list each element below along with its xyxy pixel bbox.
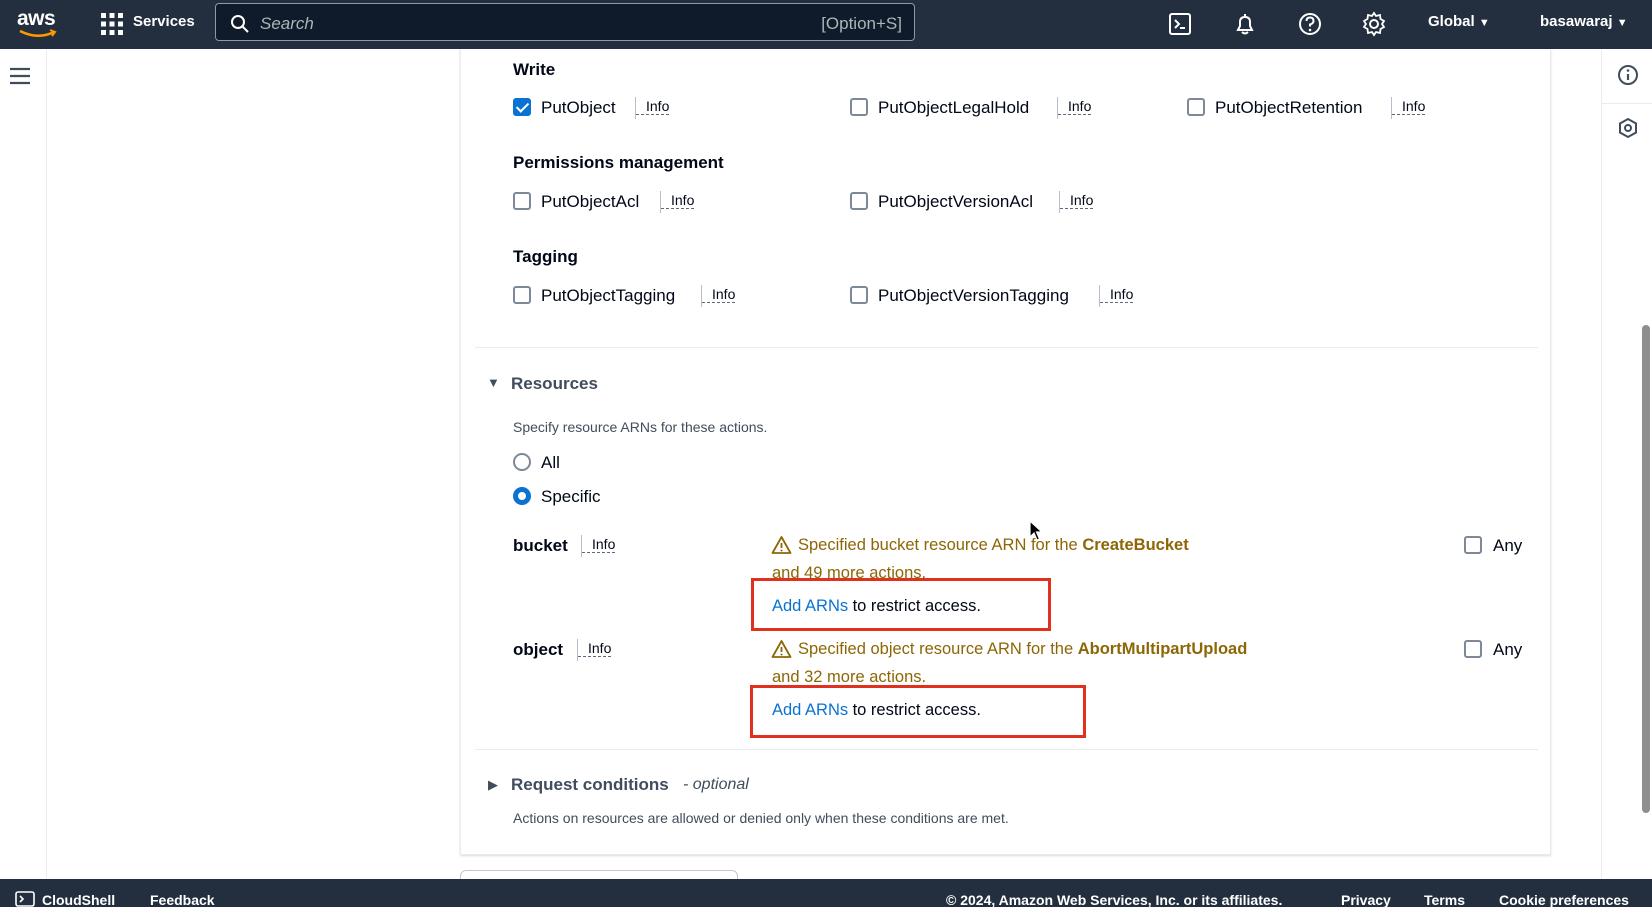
info-label: Info (702, 286, 736, 303)
warning-action: CreateBucket (1082, 536, 1189, 554)
checkbox-any-object[interactable] (1464, 640, 1482, 658)
info-label: Info (636, 98, 670, 115)
label-putobjectversionacl: PutObjectVersionAcl (878, 192, 1033, 211)
mouse-cursor-icon (1029, 520, 1043, 541)
info-label: Info (1392, 98, 1426, 115)
caret-down-icon: ▼ (1616, 17, 1628, 29)
checkbox-putobjectversiontagging[interactable] (850, 286, 868, 304)
cloudshell-footer-icon[interactable] (15, 891, 35, 907)
section-divider (475, 347, 1538, 348)
warning-prefix: Specified object resource ARN for the (798, 640, 1078, 658)
copyright-text: © 2024, Amazon Web Services, Inc. or its… (946, 892, 1283, 907)
terms-link[interactable]: Terms (1424, 892, 1465, 907)
section-title-tagging: Tagging (513, 247, 578, 266)
info-label: Info (582, 536, 616, 553)
resources-description: Specify resource ARNs for these actions. (513, 419, 768, 435)
checkbox-putobject[interactable] (513, 98, 531, 116)
resource-label-object: object (513, 640, 564, 659)
info-label: Info (1100, 286, 1134, 303)
any-label-object: Any (1493, 640, 1523, 659)
privacy-link[interactable]: Privacy (1341, 892, 1391, 907)
info-label: Info (661, 192, 695, 209)
info-link-putobjectacl[interactable]: Info (660, 191, 695, 213)
search-icon (231, 15, 249, 33)
info-link-bucket[interactable]: Info (581, 535, 616, 557)
label-putobjectversiontagging: PutObjectVersionTagging (878, 286, 1069, 305)
any-label-bucket: Any (1493, 536, 1523, 555)
info-link-putobjectretention[interactable]: Info (1391, 97, 1426, 119)
region-label: Global (1428, 13, 1475, 30)
info-icon[interactable] (1617, 64, 1639, 86)
radio-all-label: All (541, 453, 560, 472)
info-link-putobjectversionacl[interactable]: Info (1059, 191, 1094, 213)
section-divider (475, 749, 1538, 750)
feedback-hex-icon[interactable] (1617, 117, 1639, 139)
info-link-putobjectlegalhold[interactable]: Info (1057, 97, 1092, 119)
info-link-putobject[interactable]: Info (635, 97, 670, 119)
caret-down-icon: ▼ (1478, 17, 1490, 29)
aws-smile-icon (19, 29, 57, 37)
request-conditions-header[interactable]: Request conditions (511, 775, 669, 795)
menu-icon[interactable] (9, 66, 31, 86)
aws-logo[interactable]: aws (17, 7, 61, 41)
services-button[interactable]: Services (133, 13, 195, 30)
info-label: Info (578, 640, 612, 657)
cookie-preferences-link[interactable]: Cookie preferences (1499, 892, 1629, 907)
label-putobject: PutObject (541, 98, 616, 117)
radio-specific[interactable] (513, 487, 531, 505)
object-warning-text: Specified object resource ARN for the Ab… (798, 640, 1247, 659)
checkbox-any-bucket[interactable] (1464, 536, 1482, 554)
label-putobjectlegalhold: PutObjectLegalHold (878, 98, 1030, 117)
optional-label: - optional (683, 776, 749, 793)
bucket-warning-text: Specified bucket resource ARN for the Cr… (798, 536, 1189, 555)
radio-all[interactable] (513, 453, 531, 471)
bell-icon[interactable] (1232, 11, 1258, 37)
caret-expanded-icon[interactable]: ▼ (487, 375, 500, 390)
info-link-putobjectversiontagging[interactable]: Info (1099, 285, 1134, 307)
checkbox-putobjectretention[interactable] (1187, 98, 1205, 116)
section-title-write: Write (513, 60, 556, 79)
region-selector[interactable]: Global ▼ (1428, 13, 1490, 30)
help-icon[interactable] (1297, 11, 1323, 37)
label-putobjectacl: PutObjectAcl (541, 192, 640, 211)
highlight-box-bucket (751, 578, 1051, 631)
checkbox-putobjectacl[interactable] (513, 192, 531, 210)
info-label: Info (1058, 98, 1092, 115)
feedback-link[interactable]: Feedback (150, 892, 215, 907)
cloudshell-icon[interactable] (1167, 11, 1193, 37)
search-input[interactable]: Search [Option+S] (215, 3, 915, 41)
label-putobjectretention: PutObjectRetention (1215, 98, 1363, 117)
scrollbar-thumb[interactable] (1642, 325, 1650, 813)
account-menu[interactable]: basawaraj ▼ (1540, 13, 1628, 30)
resources-header[interactable]: Resources (511, 374, 598, 394)
info-label: Info (1060, 192, 1094, 209)
search-shortcut: [Option+S] (821, 14, 902, 33)
side-navigation-rail (0, 49, 47, 879)
radio-specific-label: Specific (541, 487, 601, 506)
conditions-description: Actions on resources are allowed or deni… (513, 810, 1009, 826)
warning-icon (771, 640, 792, 658)
info-link-object[interactable]: Info (577, 639, 612, 661)
gear-icon[interactable] (1361, 11, 1387, 37)
search-placeholder: Search (260, 14, 314, 33)
info-link-putobjecttagging[interactable]: Info (701, 285, 736, 307)
services-grid-icon[interactable] (101, 13, 123, 35)
top-navigation: aws Services Search [Option+S] Global ▼ … (0, 0, 1652, 49)
resource-label-bucket: bucket (513, 536, 568, 555)
warning-icon (771, 536, 792, 554)
checkbox-putobjectversionacl[interactable] (850, 192, 868, 210)
checkbox-putobjectlegalhold[interactable] (850, 98, 868, 116)
section-title-permissions: Permissions management (513, 153, 724, 172)
account-name: basawaraj (1540, 13, 1613, 30)
warning-action: AbortMultipartUpload (1077, 640, 1248, 658)
caret-collapsed-icon[interactable]: ▶ (488, 777, 498, 793)
checkbox-putobjecttagging[interactable] (513, 286, 531, 304)
label-putobjecttagging: PutObjectTagging (541, 286, 676, 305)
highlight-box-object (750, 685, 1086, 738)
cloudshell-link[interactable]: CloudShell (42, 892, 115, 907)
tools-divider (1601, 103, 1652, 104)
footer-bar: CloudShell Feedback © 2024, Amazon Web S… (0, 879, 1652, 907)
aws-logo-text: aws (17, 7, 56, 30)
